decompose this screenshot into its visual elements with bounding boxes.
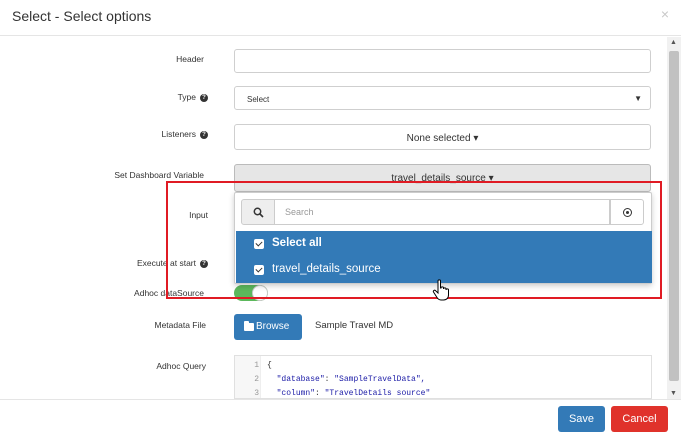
dashboard-variable-select[interactable]: travel_details_source ▾ [234,164,651,192]
hand-cursor-icon [432,279,449,301]
listeners-label: Listeners? [140,129,208,139]
execute-label-text: Execute at start [136,258,196,268]
header-label: Header [176,54,204,64]
code-line: "column": "TravelDetails source" [276,389,431,398]
cancel-button[interactable]: Cancel [611,406,668,432]
modal-title: Select - Select options [12,8,152,24]
scrollbar[interactable]: ▲ ▼ [667,37,681,399]
multiselect-dropdown: Search Select all travel_details_source [234,192,652,284]
type-label: Type? [150,92,208,102]
save-button[interactable]: Save [558,406,605,432]
input-label: Input [189,210,208,220]
browse-label: Browse [256,321,290,332]
line-number: 2 [254,375,259,384]
type-select-value: Select [247,95,270,104]
scroll-up-icon[interactable]: ▲ [670,39,677,46]
modal-footer: Save Cancel [0,399,681,436]
search-input[interactable]: Search [274,199,610,225]
code-value: "SampleTravelData", [334,375,426,384]
type-select[interactable]: Select ▼ [234,86,651,110]
scroll-down-icon[interactable]: ▼ [670,390,677,397]
execute-label: Execute at start? [120,258,208,268]
listeners-label-text: Listeners [161,129,197,139]
metadata-filename: Sample Travel MD [315,320,394,331]
code-key: "column" [276,389,316,398]
code-line: { [267,361,272,370]
code-line: "database": "SampleTravelData", [276,375,426,384]
help-icon: ? [200,130,208,139]
header-input[interactable] [234,49,651,73]
adhoc-query-label: Adhoc Query [156,361,206,371]
metadata-file-label: Metadata File [154,320,207,330]
adhoc-query-editor[interactable]: 1 { 2 "database": "SampleTravelData", 3 … [234,355,652,399]
folder-icon [244,321,254,331]
dashboard-variable-value-text: travel_details_source [391,173,486,184]
type-label-text: Type [177,92,196,102]
listeners-value-text: None selected [406,133,471,144]
help-icon: ? [200,93,208,102]
search-addon [241,199,275,225]
close-icon[interactable]: × [661,6,669,22]
adhoc-datasource-toggle[interactable] [234,285,268,301]
modal-header: Select - Select options × [0,0,681,36]
search-icon [253,207,264,218]
line-number: 1 [254,361,259,370]
clear-icon-dot [626,211,629,214]
checkbox-checked-icon[interactable] [254,265,264,275]
listeners-multiselect[interactable]: None selected ▾ [234,124,651,150]
listeners-value: None selected ▾ [406,133,479,144]
code-key: "database" [276,375,325,384]
dashboard-variable-label: Set Dashboard Variable [114,170,204,180]
option-label: Select all [272,237,322,249]
scrollbar-thumb[interactable] [669,51,679,381]
option-select-all[interactable]: Select all [236,231,652,257]
chevron-down-icon: ▼ [634,94,642,103]
browse-button[interactable]: Browse [234,314,302,340]
clear-search-button[interactable] [610,199,644,225]
toggle-knob [252,285,268,301]
adhoc-datasource-label: Adhoc dataSource [134,288,204,298]
line-number: 3 [254,389,259,398]
dashboard-variable-value: travel_details_source ▾ [391,173,494,184]
help-icon: ? [200,259,208,268]
code-value: "TravelDetails source" [324,389,431,398]
checkbox-checked-icon[interactable] [254,239,264,249]
option-label: travel_details_source [272,263,381,275]
